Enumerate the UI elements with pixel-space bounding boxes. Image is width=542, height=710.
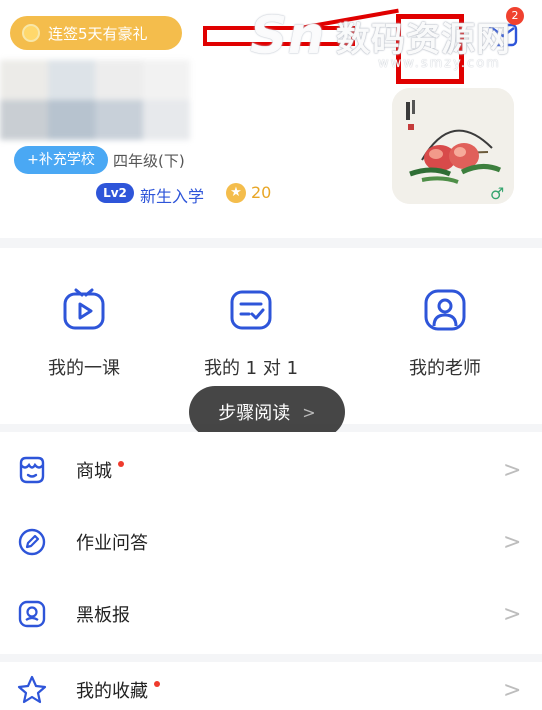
star-points-icon: ★ — [226, 183, 246, 203]
annotation-box — [203, 26, 355, 46]
level-name: 新生入学 — [140, 187, 205, 206]
shortcut-label: 我的老师 — [409, 358, 481, 379]
menu-list-secondary: 我的收藏 > — [0, 662, 542, 710]
chevron-right-icon: > — [302, 402, 316, 422]
mail-badge: 2 — [506, 7, 524, 25]
coin-icon — [22, 24, 40, 42]
toast-label: 步骤阅读 — [218, 403, 291, 424]
shortcut-my-teacher[interactable]: 我的老师 — [375, 286, 515, 380]
chevron-right-icon: > — [503, 677, 522, 703]
chevron-right-icon: > — [503, 601, 522, 627]
gender-male-icon: ♂ — [490, 184, 505, 203]
mail-icon[interactable] — [488, 22, 518, 48]
menu-item-label: 作业问答 — [76, 533, 148, 554]
teacher-icon — [424, 289, 466, 331]
grade-label: 四年级(下) — [113, 152, 185, 170]
star-outline-icon — [17, 675, 47, 704]
shop-icon — [19, 456, 45, 484]
blackboard-icon — [18, 600, 46, 628]
menu-item-label: 我的收藏 — [76, 677, 160, 703]
menu-item-label: 商城 — [76, 457, 124, 483]
chevron-right-icon: > — [503, 457, 522, 483]
menu-list: 商城 > 作业问答 > 黑板报 > — [0, 432, 542, 654]
add-school-button[interactable]: +补充学校 — [14, 146, 108, 174]
shortcut-my-lesson[interactable]: 我的一课 — [14, 286, 154, 380]
points-count: 20 — [251, 183, 272, 202]
shortcut-label: 我的一课 — [48, 358, 120, 379]
level-badge: Lv2 — [96, 183, 134, 203]
annotation-highlight — [396, 14, 464, 84]
chevron-right-icon: > — [503, 529, 522, 555]
menu-item-shop[interactable]: 商城 > — [0, 434, 542, 506]
menu-item-label: 黑板报 — [76, 605, 130, 626]
new-dot-indicator — [118, 461, 124, 467]
menu-item-blackboard[interactable]: 黑板报 > — [0, 578, 542, 650]
menu-item-homework-qa[interactable]: 作业问答 > — [0, 506, 542, 578]
checklist-icon — [230, 290, 272, 330]
checkin-label: 连签5天有豪礼 — [48, 24, 148, 43]
blurred-username — [0, 60, 190, 140]
shortcut-one-on-one[interactable]: 我的 1 对 1 — [181, 286, 321, 380]
menu-item-favorites[interactable]: 我的收藏 > — [0, 666, 542, 710]
pencil-icon — [18, 528, 46, 556]
new-dot-indicator — [154, 681, 160, 687]
shortcut-label: 我的 1 对 1 — [203, 358, 299, 379]
step-reading-toast[interactable]: 步骤阅读 > — [189, 386, 345, 438]
checkin-reward-button[interactable]: 连签5天有豪礼 — [10, 16, 182, 50]
play-video-icon — [63, 288, 105, 330]
